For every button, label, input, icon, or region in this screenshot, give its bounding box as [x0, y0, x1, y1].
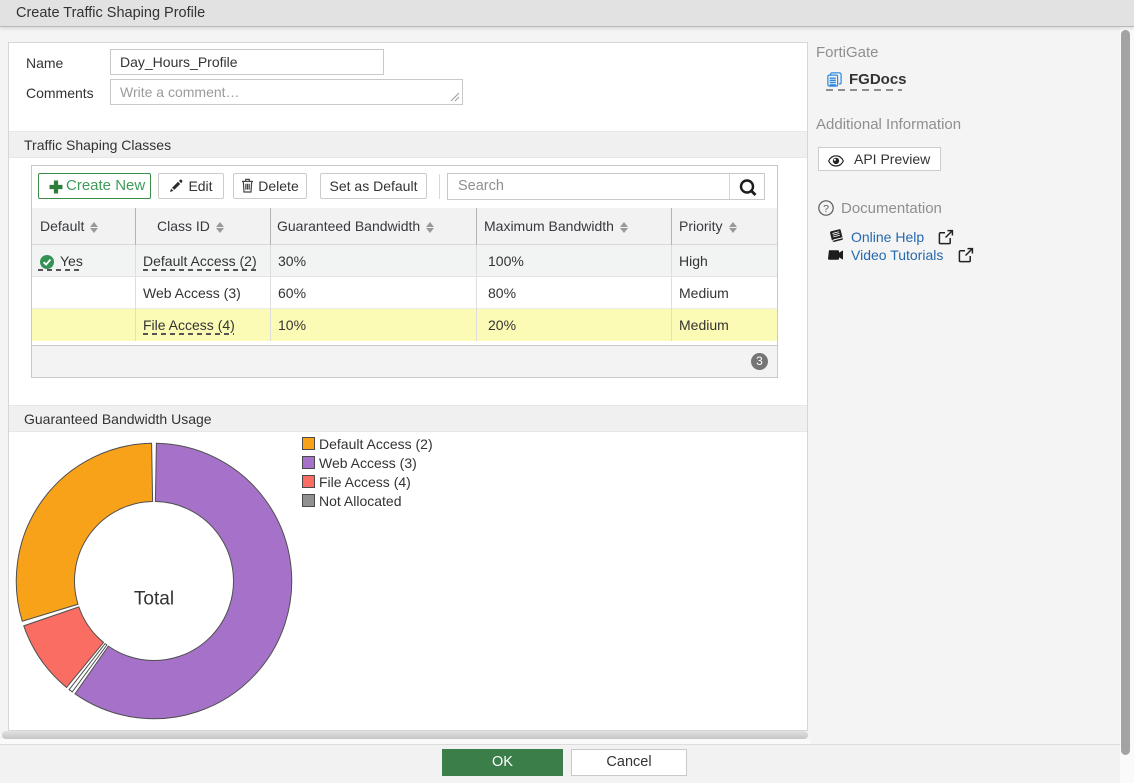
- svg-text:?: ?: [823, 203, 829, 215]
- svg-text:Total: Total: [134, 588, 174, 609]
